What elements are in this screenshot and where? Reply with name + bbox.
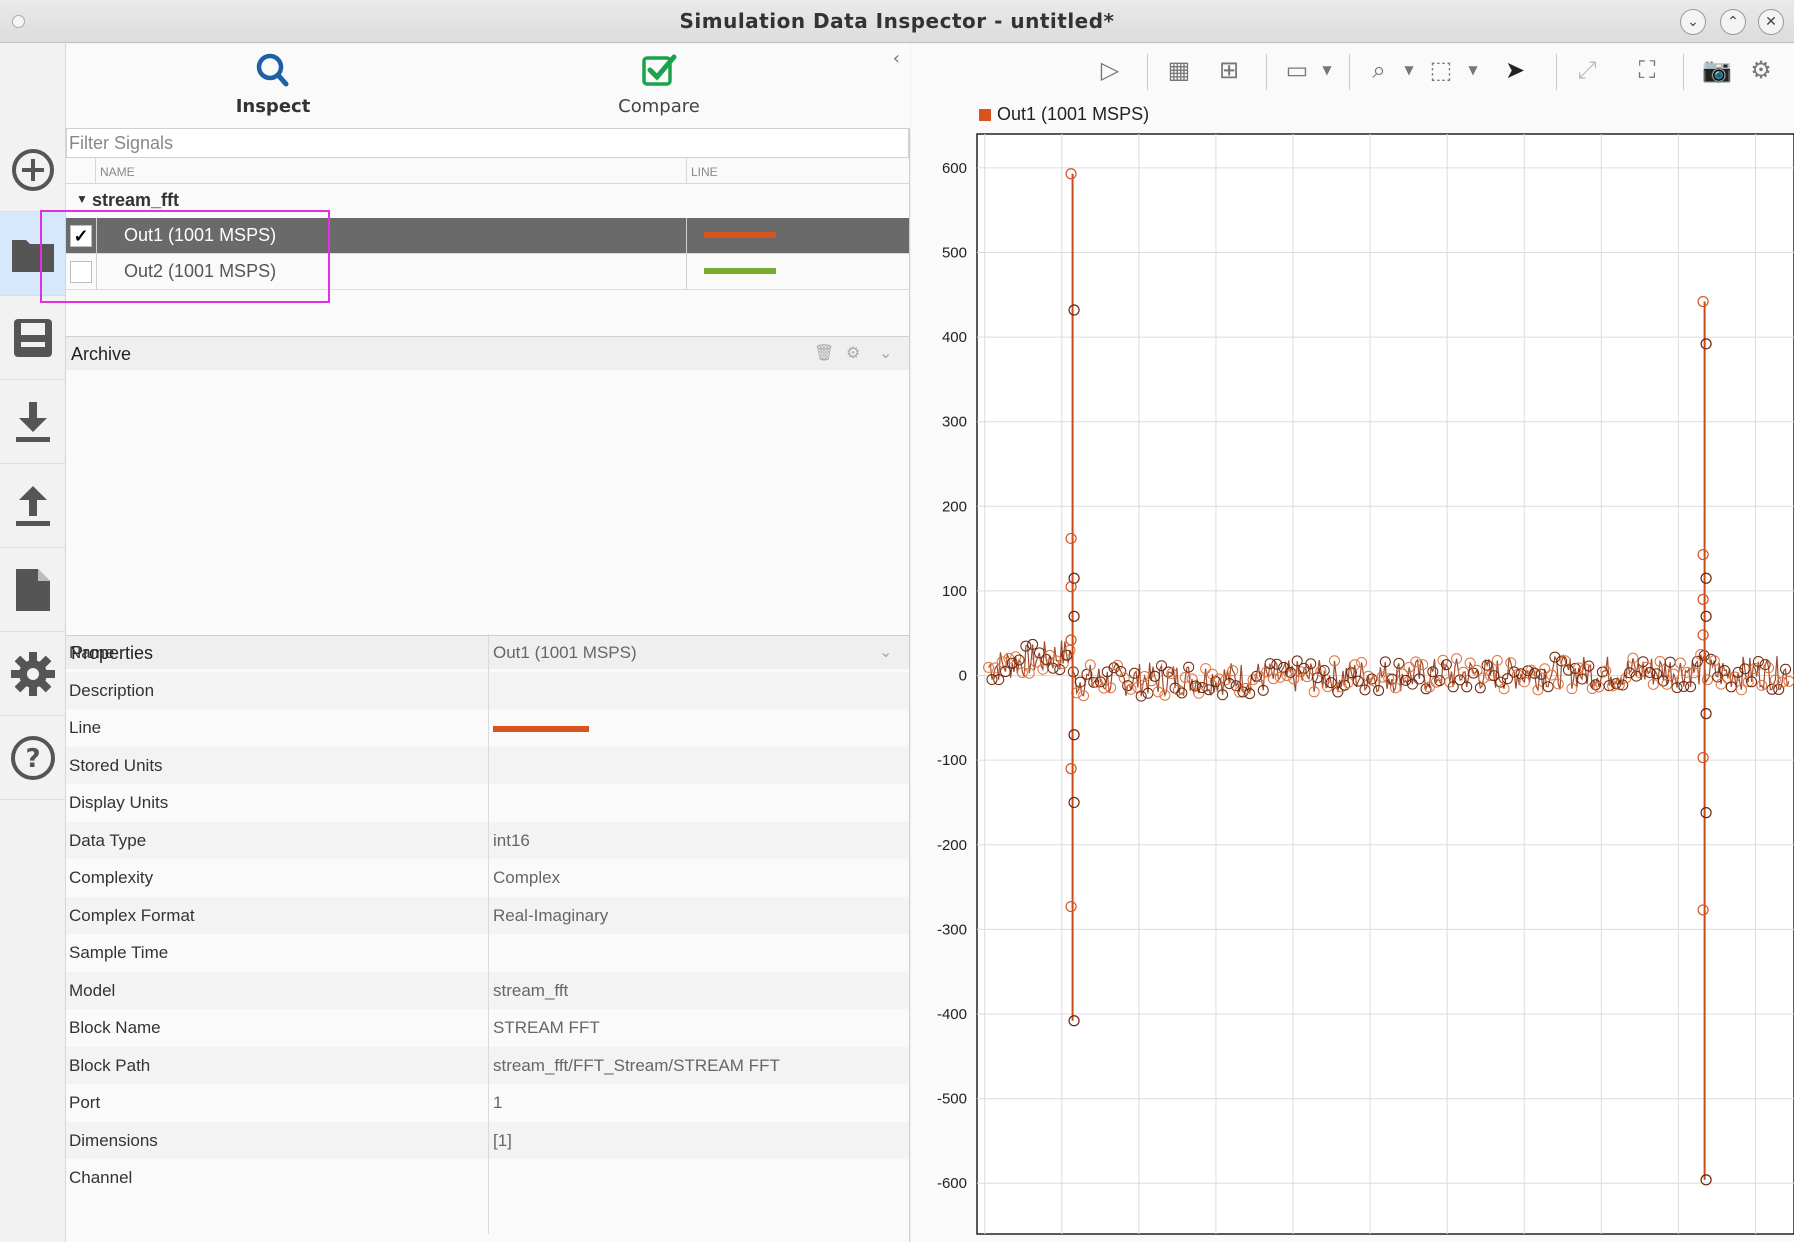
y-tick-label: -100 (937, 752, 967, 769)
property-key: Channel (69, 1168, 133, 1187)
close-button[interactable]: ✕ (1758, 9, 1784, 35)
upload-icon (15, 485, 50, 526)
property-key: Display Units (69, 793, 169, 812)
y-tick-label: 300 (942, 414, 967, 431)
tab-inspect-label: Inspect (235, 96, 311, 117)
property-key: Sample Time (69, 943, 169, 962)
property-value[interactable]: stream_fft (493, 981, 568, 1001)
property-value[interactable]: stream_fft/FFT_Stream/STREAM FFT (493, 1056, 780, 1076)
property-key: Line (69, 718, 102, 737)
y-tick-label: -200 (937, 837, 967, 854)
filter-signals-input[interactable]: Filter Signals (66, 128, 909, 158)
y-tick-label: -300 (937, 921, 967, 938)
line-column-header[interactable]: LINE (686, 158, 718, 184)
maximize-button[interactable]: ⌃ (1720, 9, 1746, 35)
y-tick-label: 600 (942, 160, 967, 177)
tab-header: Inspect Compare ‹ (66, 44, 910, 136)
chevron-down-icon[interactable]: ⌄ (879, 343, 892, 363)
property-key: Model (69, 980, 116, 1000)
tab-compare[interactable]: Compare (604, 52, 714, 117)
y-tick-label: -400 (937, 1006, 967, 1023)
property-key: Dimensions (69, 1130, 158, 1150)
window-title: Simulation Data Inspector - untitled* (679, 9, 1115, 33)
property-key: Data Type (69, 830, 147, 850)
line-style-swatch[interactable] (704, 232, 776, 238)
expand-caret-icon[interactable]: ▼ (76, 192, 88, 206)
property-key: Block Path (69, 1055, 151, 1075)
tab-inspect[interactable]: Inspect (218, 52, 328, 136)
signal-plot[interactable]: 5400550056005700580059006000610062006300… (911, 44, 1794, 1242)
save-button[interactable] (0, 296, 65, 380)
line-property-swatch[interactable] (493, 726, 589, 732)
property-key: Stored Units (69, 755, 163, 775)
export-button[interactable] (0, 464, 65, 548)
help-icon: ? (10, 735, 55, 780)
property-value[interactable]: STREAM FFT (493, 1018, 600, 1038)
collapse-panel-icon[interactable]: ‹ (893, 48, 900, 69)
column-divider (686, 218, 687, 254)
y-tick-label: -500 (937, 1091, 967, 1108)
trash-icon[interactable]: 🗑 (814, 343, 834, 363)
plot-area: ▷ ▦ ⊞ ▭ ▼ ⌕ ▼ ⬚ ▼ ➤ ⤢ ⛶ 📷 ⚙ Out1 (1001 M… (911, 44, 1794, 1242)
y-tick-label: 500 (942, 244, 967, 261)
document-icon (15, 568, 50, 611)
y-tick-label: 100 (942, 583, 967, 600)
property-value[interactable]: Real-Imaginary (493, 906, 608, 926)
y-tick-label: -600 (937, 1175, 967, 1192)
property-key: Block Name (69, 1018, 161, 1037)
gear-icon (10, 651, 55, 696)
import-button[interactable] (0, 380, 65, 464)
y-tick-label: 400 (942, 329, 967, 346)
line-style-swatch[interactable] (704, 268, 776, 274)
archive-header[interactable]: Archive 🗑 ⚙ ⌄ (66, 336, 909, 370)
column-divider (686, 254, 687, 290)
preferences-button[interactable] (0, 632, 65, 716)
archive-title: Archive (71, 344, 132, 364)
y-tick-label: 200 (942, 498, 967, 515)
y-tick-label: 0 (959, 668, 967, 685)
report-button[interactable] (0, 548, 65, 632)
property-key: Port (69, 1093, 101, 1112)
minimize-button[interactable]: ⌄ (1680, 9, 1706, 35)
tab-compare-label: Compare (618, 96, 700, 117)
property-value[interactable]: [1] (493, 1131, 512, 1151)
property-value[interactable]: 1 (493, 1093, 502, 1113)
svg-text:?: ? (25, 744, 40, 774)
property-key: Complex Format (69, 905, 195, 925)
property-key: Description (69, 680, 155, 700)
properties-divider (488, 634, 489, 1234)
signal-table-header: NAME LINE (66, 158, 909, 184)
name-column-header[interactable]: NAME (100, 165, 135, 179)
property-value[interactable]: int16 (493, 831, 530, 851)
add-icon (11, 148, 54, 191)
checkbox-column-header (66, 158, 96, 184)
check-icon (642, 54, 677, 86)
search-icon (256, 53, 289, 87)
archive-settings-icon[interactable]: ⚙ (846, 343, 860, 363)
new-session-button[interactable] (0, 128, 65, 212)
property-key: Name (69, 643, 115, 662)
title-bar: Simulation Data Inspector - untitled* ⌄ … (0, 0, 1794, 43)
download-icon (15, 401, 50, 442)
run-group-name: stream_fft (92, 190, 180, 210)
property-key: Complexity (69, 868, 154, 887)
save-icon (13, 318, 52, 357)
selection-highlight-box (40, 210, 330, 303)
property-value[interactable]: Complex (493, 868, 560, 888)
property-value[interactable]: Out1 (1001 MSPS) (493, 643, 637, 663)
help-button[interactable]: ? (0, 716, 65, 800)
